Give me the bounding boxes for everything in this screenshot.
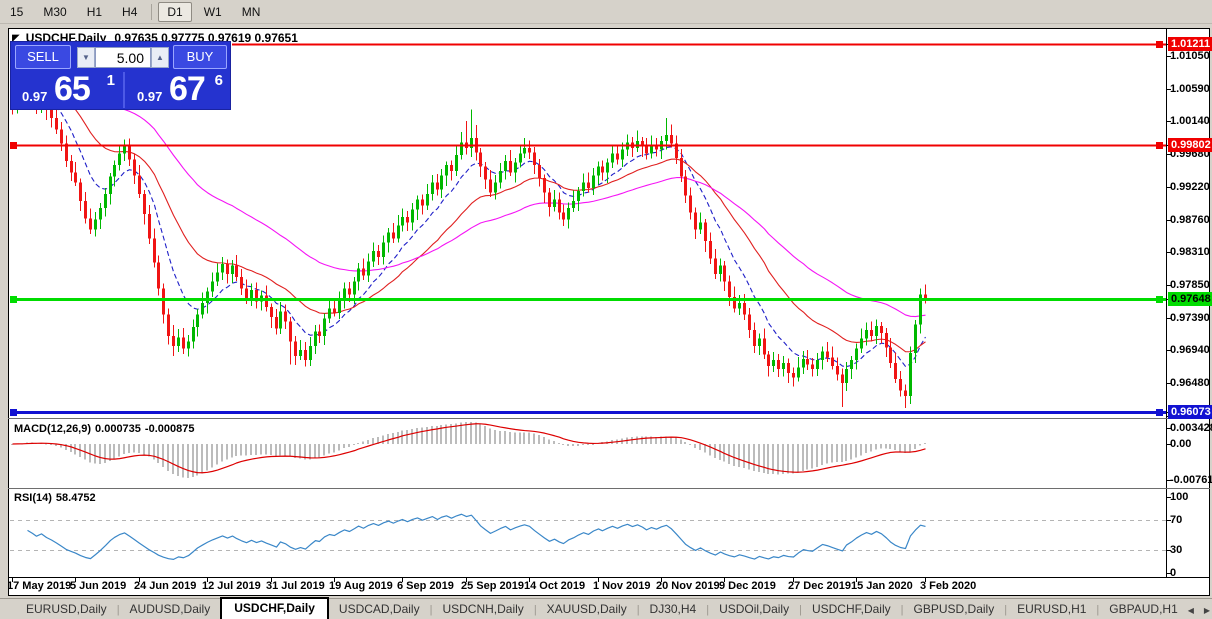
buy-button[interactable]: BUY — [173, 45, 227, 69]
chart-tab-usdchf-daily[interactable]: USDCHF,Daily — [220, 597, 329, 619]
timeframe-button-h4[interactable]: H4 — [114, 3, 145, 21]
timeframe-button-h1[interactable]: H1 — [79, 3, 110, 21]
bid-price[interactable]: 0.97 65 1 — [14, 70, 121, 108]
macd-axis-tick: -0.007615 — [1170, 474, 1212, 486]
chart-tab-eurusd-h1[interactable]: EURUSD,H1 — [1007, 600, 1096, 619]
chart-tab-gbpusd-daily[interactable]: GBPUSD,Daily — [904, 600, 1005, 619]
price-axis-tick: 0.96480 — [1170, 377, 1210, 389]
ask-price-pips: 67 — [169, 70, 206, 108]
date-axis-label: 9 Dec 2019 — [719, 580, 776, 592]
date-axis-label: 12 Jul 2019 — [202, 580, 261, 592]
price-axis-tick: 0.97390 — [1170, 312, 1210, 324]
rsi-axis-tick: 30 — [1170, 544, 1183, 556]
price-axis-tick: 1.00140 — [1170, 115, 1210, 127]
date-axis-label: 27 Dec 2019 — [788, 580, 851, 592]
timeframe-button-m30[interactable]: M30 — [35, 3, 74, 21]
timeframe-button-15[interactable]: 15 — [2, 3, 31, 21]
tab-scroll-controls: ◀ ▶ — [1188, 606, 1212, 619]
date-axis-label: 15 Jan 2020 — [851, 580, 913, 592]
price-axis-tick: 0.97850 — [1170, 279, 1210, 291]
timeframe-toolbar: 15 M30 H1 H4 D1 W1 MN — [0, 0, 1212, 24]
date-axis-label: 14 Oct 2019 — [524, 580, 586, 592]
tabs-scroll-right-icon[interactable]: ▶ — [1204, 606, 1210, 615]
chart-tab-usdcnh-daily[interactable]: USDCNH,Daily — [432, 600, 533, 619]
price-axis-tick: 0.98760 — [1170, 214, 1210, 226]
bid-price-prefix: 0.97 — [22, 89, 48, 104]
chart-tab-usdcad-daily[interactable]: USDCAD,Daily — [329, 600, 430, 619]
macd-axis-tick: 0.003428 — [1170, 422, 1212, 434]
date-axis-label: 25 Sep 2019 — [461, 580, 524, 592]
date-axis-label: 3 Feb 2020 — [920, 580, 977, 592]
chart-tab-usdchf-daily[interactable]: USDCHF,Daily — [802, 600, 901, 619]
timeframe-button-d1[interactable]: D1 — [158, 1, 192, 22]
volume-decrease-button[interactable]: ▼ — [77, 47, 95, 68]
ask-price[interactable]: 0.97 67 6 — [123, 70, 229, 108]
timeframe-button-w1[interactable]: W1 — [196, 3, 230, 21]
bid-price-pips: 65 — [54, 70, 91, 108]
chart-tab-dj30-h4[interactable]: DJ30,H4 — [640, 600, 707, 619]
price-level-label: 0.99802 — [1168, 138, 1212, 152]
ask-price-prefix: 0.97 — [137, 89, 163, 104]
volume-increase-button[interactable]: ▲ — [151, 47, 169, 68]
date-axis: 17 May 2019 5 Jun 2019 24 Jun 2019 12 Jul 2… — [8, 579, 1166, 596]
bid-price-point: 1 — [106, 72, 115, 89]
macd-axis-tick: 0.00 — [1170, 438, 1192, 450]
rsi-axis-tick: 100 — [1170, 491, 1189, 503]
price-axis-tick: 0.99220 — [1170, 181, 1210, 193]
date-axis-label: 19 Aug 2019 — [329, 580, 393, 592]
chart-tab-audusd-daily[interactable]: AUDUSD,Daily — [120, 600, 221, 619]
date-axis-label: 31 Jul 2019 — [266, 580, 325, 592]
one-click-trade-panel: SELL ▼ ▲ BUY 0.97 65 1 0.97 67 6 — [10, 41, 231, 110]
price-axis-tick: 0.98310 — [1170, 246, 1210, 258]
date-axis-label: 6 Sep 2019 — [397, 580, 454, 592]
date-axis-label: 17 May 2019 — [8, 580, 72, 592]
chart-tab-xauusd-daily[interactable]: XAUUSD,Daily — [537, 600, 637, 619]
chart-tab-eurusd-daily[interactable]: EURUSD,Daily — [16, 600, 117, 619]
rsi-label: RSI(14) 58.4752 — [14, 492, 96, 504]
sell-button[interactable]: SELL — [15, 45, 71, 69]
chart-tab-bar: EURUSD,Daily | AUDUSD,Daily USDCHF,Daily USD… — [0, 597, 1212, 619]
price-axis-tick: 1.00590 — [1170, 83, 1210, 95]
price-level-label: 0.97648 — [1168, 292, 1212, 306]
rsi-axis-tick: 0 — [1170, 567, 1177, 579]
timeframe-button-mn[interactable]: MN — [234, 3, 269, 21]
price-level-label: 0.96073 — [1168, 405, 1212, 419]
trading-terminal: 15 M30 H1 H4 D1 W1 MN ◤ USDCHF,Daily 0.97635 0… — [0, 0, 1212, 619]
price-axis-tick: 1.01050 — [1170, 50, 1210, 62]
ask-price-point: 6 — [214, 72, 223, 89]
rsi-axis-tick: 70 — [1170, 514, 1183, 526]
chart-tab-usdoil-daily[interactable]: USDOil,Daily — [709, 600, 799, 619]
volume-input[interactable] — [95, 47, 151, 68]
toolbar-separator — [151, 3, 153, 20]
price-axis-tick: 0.96940 — [1170, 344, 1210, 356]
macd-label: MACD(12,26,9) 0.000735 -0.000875 — [14, 423, 195, 435]
date-axis-label: 24 Jun 2019 — [134, 580, 197, 592]
tabs-scroll-left-icon[interactable]: ◀ — [1188, 606, 1194, 615]
date-axis-label: 5 Jun 2019 — [70, 580, 127, 592]
date-axis-label: 20 Nov 2019 — [656, 580, 720, 592]
chart-tab-gbpaud-h1[interactable]: GBPAUD,H1 — [1099, 600, 1187, 619]
date-axis-label: 1 Nov 2019 — [593, 580, 651, 592]
price-level-label: 1.01211 — [1168, 37, 1212, 51]
